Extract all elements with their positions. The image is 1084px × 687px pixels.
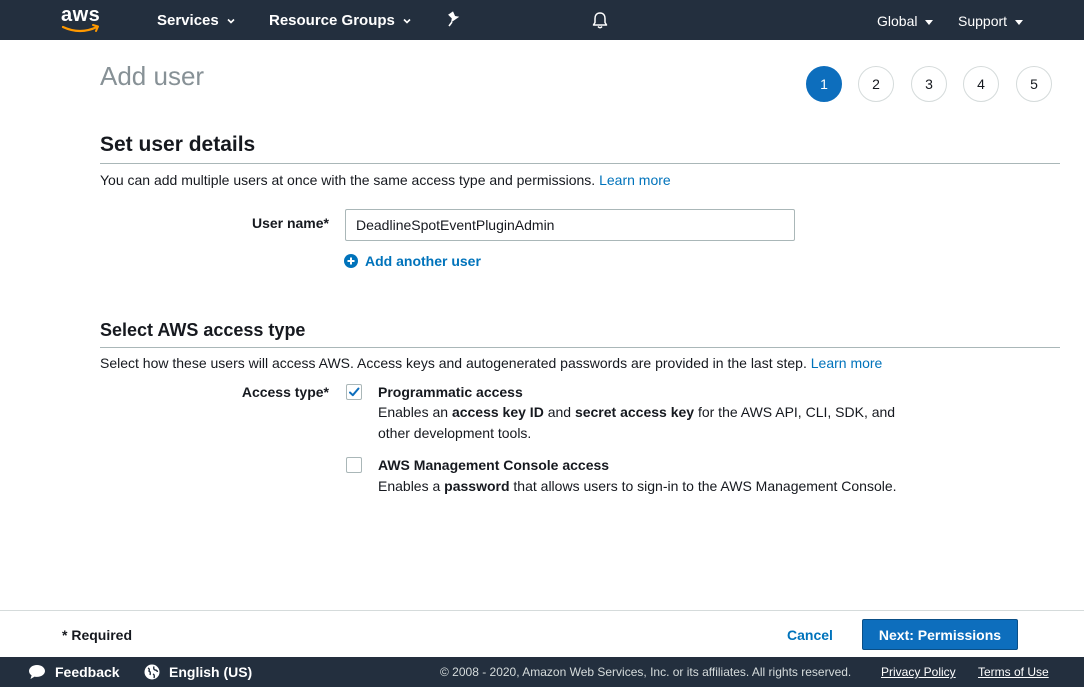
user-details-heading: Set user details xyxy=(100,133,256,156)
privacy-policy-link[interactable]: Privacy Policy xyxy=(881,665,956,679)
support-label: Support xyxy=(958,13,1008,29)
resource-groups-label: Resource Groups xyxy=(269,12,395,29)
speech-bubble-icon xyxy=(29,665,45,679)
services-menu[interactable]: Services xyxy=(157,12,235,29)
caret-down-icon xyxy=(925,19,934,25)
programmatic-access-checkbox[interactable] xyxy=(346,384,362,400)
desc-text: and xyxy=(543,404,575,420)
copyright-text: © 2008 - 2020, Amazon Web Services, Inc.… xyxy=(440,665,852,679)
desc-text: that allows users to sign-in to the AWS … xyxy=(509,478,897,494)
caret-down-icon xyxy=(1015,19,1024,25)
pin-icon xyxy=(448,11,460,27)
programmatic-access-title: Programmatic access xyxy=(378,384,523,400)
learn-more-link[interactable]: Learn more xyxy=(811,355,883,371)
desc-text: Enables an xyxy=(378,404,452,420)
learn-more-link[interactable]: Learn more xyxy=(599,172,671,188)
chevron-down-icon xyxy=(403,18,411,24)
step-2[interactable]: 2 xyxy=(858,66,894,102)
access-type-description-text: Select how these users will access AWS. … xyxy=(100,355,807,371)
next-permissions-button[interactable]: Next: Permissions xyxy=(862,619,1018,650)
feedback-label: Feedback xyxy=(55,664,120,680)
user-name-input[interactable] xyxy=(345,209,795,241)
add-another-user-label: Add another user xyxy=(365,253,481,269)
step-3[interactable]: 3 xyxy=(911,66,947,102)
support-menu[interactable]: Support xyxy=(958,13,1024,29)
console-access-checkbox[interactable] xyxy=(346,457,362,473)
access-type-heading: Select AWS access type xyxy=(100,320,306,340)
access-type-description: Select how these users will access AWS. … xyxy=(100,355,882,371)
add-another-user-button[interactable]: Add another user xyxy=(344,253,481,269)
aws-smile-icon xyxy=(61,24,99,33)
desc-bold: secret access key xyxy=(574,404,695,420)
step-1[interactable]: 1 xyxy=(806,66,842,102)
globe-icon xyxy=(144,664,160,680)
user-details-description: You can add multiple users at once with … xyxy=(100,172,671,188)
notifications-button[interactable] xyxy=(591,11,609,30)
console-footer: Feedback English (US) © 2008 - 2020, Ama… xyxy=(0,657,1084,687)
page-title: Add user xyxy=(100,61,205,91)
region-label: Global xyxy=(877,13,918,29)
feedback-button[interactable]: Feedback xyxy=(28,664,120,680)
desc-bold: password xyxy=(444,478,510,494)
bell-icon xyxy=(592,12,608,29)
checkmark-icon xyxy=(349,387,360,397)
access-type-label: Access type* xyxy=(241,384,329,400)
section-divider xyxy=(100,347,1060,348)
region-menu[interactable]: Global xyxy=(877,13,934,29)
top-navigation-bar: aws Services Resource Groups Global Supp… xyxy=(0,0,1084,40)
required-note: * Required xyxy=(62,627,133,643)
programmatic-access-description: Enables an access key ID and secret acce… xyxy=(378,402,918,444)
language-label: English (US) xyxy=(169,664,253,680)
desc-bold: access key ID xyxy=(451,404,544,420)
console-access-title: AWS Management Console access xyxy=(378,457,610,473)
plus-circle-icon xyxy=(344,254,358,268)
step-4[interactable]: 4 xyxy=(963,66,999,102)
step-5[interactable]: 5 xyxy=(1016,66,1052,102)
section-divider xyxy=(100,163,1060,164)
chevron-down-icon xyxy=(227,18,235,24)
resource-groups-menu[interactable]: Resource Groups xyxy=(269,12,411,29)
aws-logo[interactable]: aws xyxy=(60,4,104,34)
user-name-label: User name* xyxy=(251,215,329,231)
wizard-action-bar: * Required Cancel Next: Permissions xyxy=(0,610,1084,657)
cancel-button[interactable]: Cancel xyxy=(787,627,833,643)
pin-button[interactable] xyxy=(447,11,461,27)
user-details-description-text: You can add multiple users at once with … xyxy=(100,172,596,188)
services-label: Services xyxy=(157,12,219,29)
language-selector[interactable]: English (US) xyxy=(144,664,252,680)
console-access-description: Enables a password that allows users to … xyxy=(378,476,897,497)
terms-of-use-link[interactable]: Terms of Use xyxy=(978,665,1049,679)
desc-text: Enables a xyxy=(378,478,445,494)
